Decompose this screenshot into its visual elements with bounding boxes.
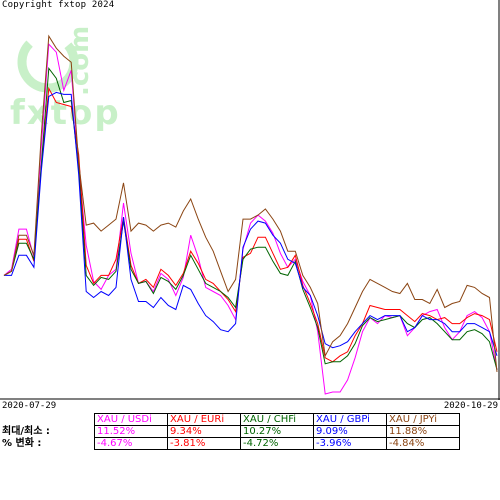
minmax-usd: 11.52% (94, 425, 168, 438)
stats-table: XAU / USDi XAU / EURi XAU / CHFi XAU / G… (0, 413, 460, 450)
change-jpy: -4.84% (386, 437, 460, 450)
column-header-gbp: XAU / GBPi (313, 413, 387, 426)
minmax-row: 최대/최소 : 11.52% 9.34% 10.27% 9.09% 11.88% (0, 425, 460, 438)
x-start-date-label: 2020-07-29 (2, 401, 57, 411)
header-spacer (0, 414, 95, 426)
minmax-row-label: 최대/최소 : (2, 426, 50, 437)
column-header-jpy: XAU / JPYi (386, 413, 460, 426)
change-chf: -4.72% (240, 437, 314, 450)
change-row: % 변화 : -4.67% -3.81% -4.72% -3.96% -4.84… (0, 437, 460, 450)
x-end-date-label: 2020-10-29 (443, 401, 498, 411)
minmax-chf: 10.27% (240, 425, 314, 438)
minmax-eur: 9.34% (167, 425, 241, 438)
minmax-jpy: 11.88% (386, 425, 460, 438)
watermark-logo-text: fxtop (10, 93, 121, 133)
change-eur: -3.81% (167, 437, 241, 450)
change-gbp: -3.96% (313, 437, 387, 450)
fxtop-watermark-logo: fxtop .com (10, 26, 121, 133)
minmax-gbp: 9.09% (313, 425, 387, 438)
column-header-eur: XAU / EURi (167, 413, 241, 426)
change-usd: -4.67% (94, 437, 168, 450)
column-header-chf: XAU / CHFi (240, 413, 314, 426)
table-header-row: XAU / USDi XAU / EURi XAU / CHFi XAU / G… (0, 413, 460, 426)
change-row-label: % 변화 : (2, 438, 42, 449)
column-header-usd: XAU / USDi (94, 413, 168, 426)
